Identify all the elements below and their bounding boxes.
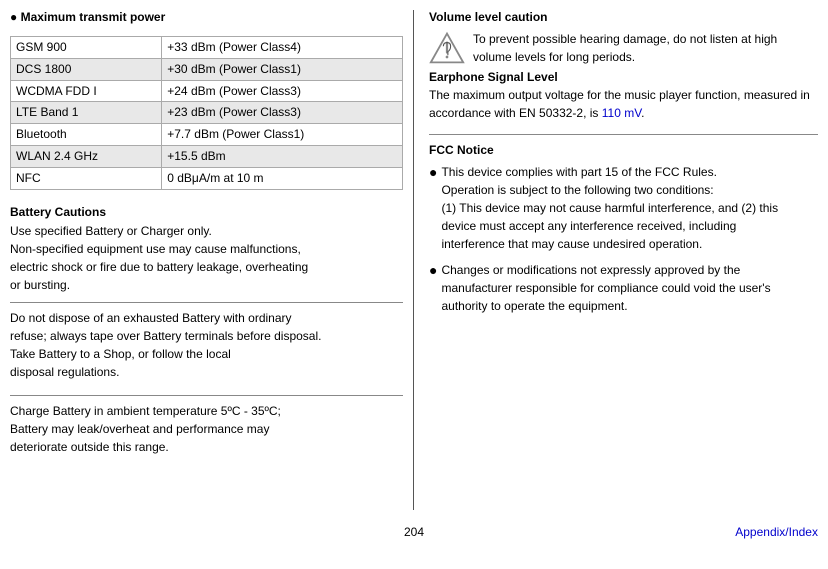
volume-caution-text: To prevent possible hearing damage, do n… bbox=[473, 30, 777, 66]
battery-block2: Do not dispose of an exhausted Battery w… bbox=[10, 302, 403, 387]
table-cell-value: +30 dBm (Power Class1) bbox=[162, 58, 403, 80]
table-cell-label: LTE Band 1 bbox=[11, 102, 162, 124]
table-cell-value: +24 dBm (Power Class3) bbox=[162, 80, 403, 102]
page-container: ● Maximum transmit power GSM 900 +33 dBm… bbox=[0, 0, 828, 569]
fcc-section: FCC Notice ● This device complies with p… bbox=[429, 134, 818, 315]
table-cell-value: +7.7 dBm (Power Class1) bbox=[162, 124, 403, 146]
fcc-bullet-1: ● This device complies with part 15 of t… bbox=[429, 163, 818, 253]
table-cell-value: +33 dBm (Power Class4) bbox=[162, 37, 403, 59]
section-max-power: ● Maximum transmit power bbox=[10, 10, 403, 30]
table-cell-label: WLAN 2.4 GHz bbox=[11, 145, 162, 167]
battery-block3: Charge Battery in ambient temperature 5º… bbox=[10, 395, 403, 462]
table-cell-label: DCS 1800 bbox=[11, 58, 162, 80]
fcc-bullet-dot-2: ● bbox=[429, 260, 437, 281]
volume-caution-body: To prevent possible hearing damage, do n… bbox=[473, 32, 777, 64]
earphone-text-after: . bbox=[641, 106, 644, 120]
table-row: WCDMA FDD I +24 dBm (Power Class3) bbox=[11, 80, 403, 102]
page-footer: 204 Appendix/Index bbox=[10, 520, 818, 539]
battery-block1: Use specified Battery or Charger only. N… bbox=[10, 222, 403, 294]
left-column: ● Maximum transmit power GSM 900 +33 dBm… bbox=[10, 10, 414, 510]
fcc-bullet-text-2: Changes or modifications not expressly a… bbox=[441, 261, 770, 315]
table-cell-label: GSM 900 bbox=[11, 37, 162, 59]
right-column: Volume level caution To prevent possible… bbox=[414, 10, 818, 510]
fcc-bullet-dot-1: ● bbox=[429, 162, 437, 183]
fcc-bullet-text-1: This device complies with part 15 of the… bbox=[441, 163, 778, 253]
table-row: NFC 0 dBμA/m at 10 m bbox=[11, 167, 403, 189]
fcc-title: FCC Notice bbox=[429, 143, 818, 157]
power-table: GSM 900 +33 dBm (Power Class4) DCS 1800 … bbox=[10, 36, 403, 190]
table-row: DCS 1800 +30 dBm (Power Class1) bbox=[11, 58, 403, 80]
appendix-link[interactable]: Appendix/Index bbox=[735, 525, 818, 539]
page-number: 204 bbox=[279, 525, 548, 539]
fcc-bullet-2: ● Changes or modifications not expressly… bbox=[429, 261, 818, 315]
table-cell-value: +15.5 dBm bbox=[162, 145, 403, 167]
power-table-body: GSM 900 +33 dBm (Power Class4) DCS 1800 … bbox=[11, 37, 403, 190]
table-cell-label: WCDMA FDD I bbox=[11, 80, 162, 102]
table-cell-label: Bluetooth bbox=[11, 124, 162, 146]
volume-title: Volume level caution bbox=[429, 10, 818, 24]
warning-icon bbox=[429, 30, 465, 66]
volume-icon-row: To prevent possible hearing damage, do n… bbox=[429, 30, 818, 66]
table-cell-value: 0 dBμA/m at 10 m bbox=[162, 167, 403, 189]
section-title-max-power: ● Maximum transmit power bbox=[10, 10, 165, 24]
table-cell-label: NFC bbox=[11, 167, 162, 189]
battery-title: Battery Cautions bbox=[10, 205, 403, 219]
table-row: Bluetooth +7.7 dBm (Power Class1) bbox=[11, 124, 403, 146]
table-row: GSM 900 +33 dBm (Power Class4) bbox=[11, 37, 403, 59]
volume-section: Volume level caution To prevent possible… bbox=[429, 10, 818, 122]
battery-section: Battery Cautions Use specified Battery o… bbox=[10, 205, 403, 462]
earphone-signal-title: Earphone Signal Level bbox=[429, 70, 818, 84]
footer-right: Appendix/Index bbox=[549, 525, 818, 539]
earphone-text: The maximum output voltage for the music… bbox=[429, 86, 818, 122]
earphone-highlight: 110 mV bbox=[602, 106, 641, 120]
table-row: WLAN 2.4 GHz +15.5 dBm bbox=[11, 145, 403, 167]
main-columns: ● Maximum transmit power GSM 900 +33 dBm… bbox=[10, 10, 818, 510]
table-row: LTE Band 1 +23 dBm (Power Class3) bbox=[11, 102, 403, 124]
table-cell-value: +23 dBm (Power Class3) bbox=[162, 102, 403, 124]
